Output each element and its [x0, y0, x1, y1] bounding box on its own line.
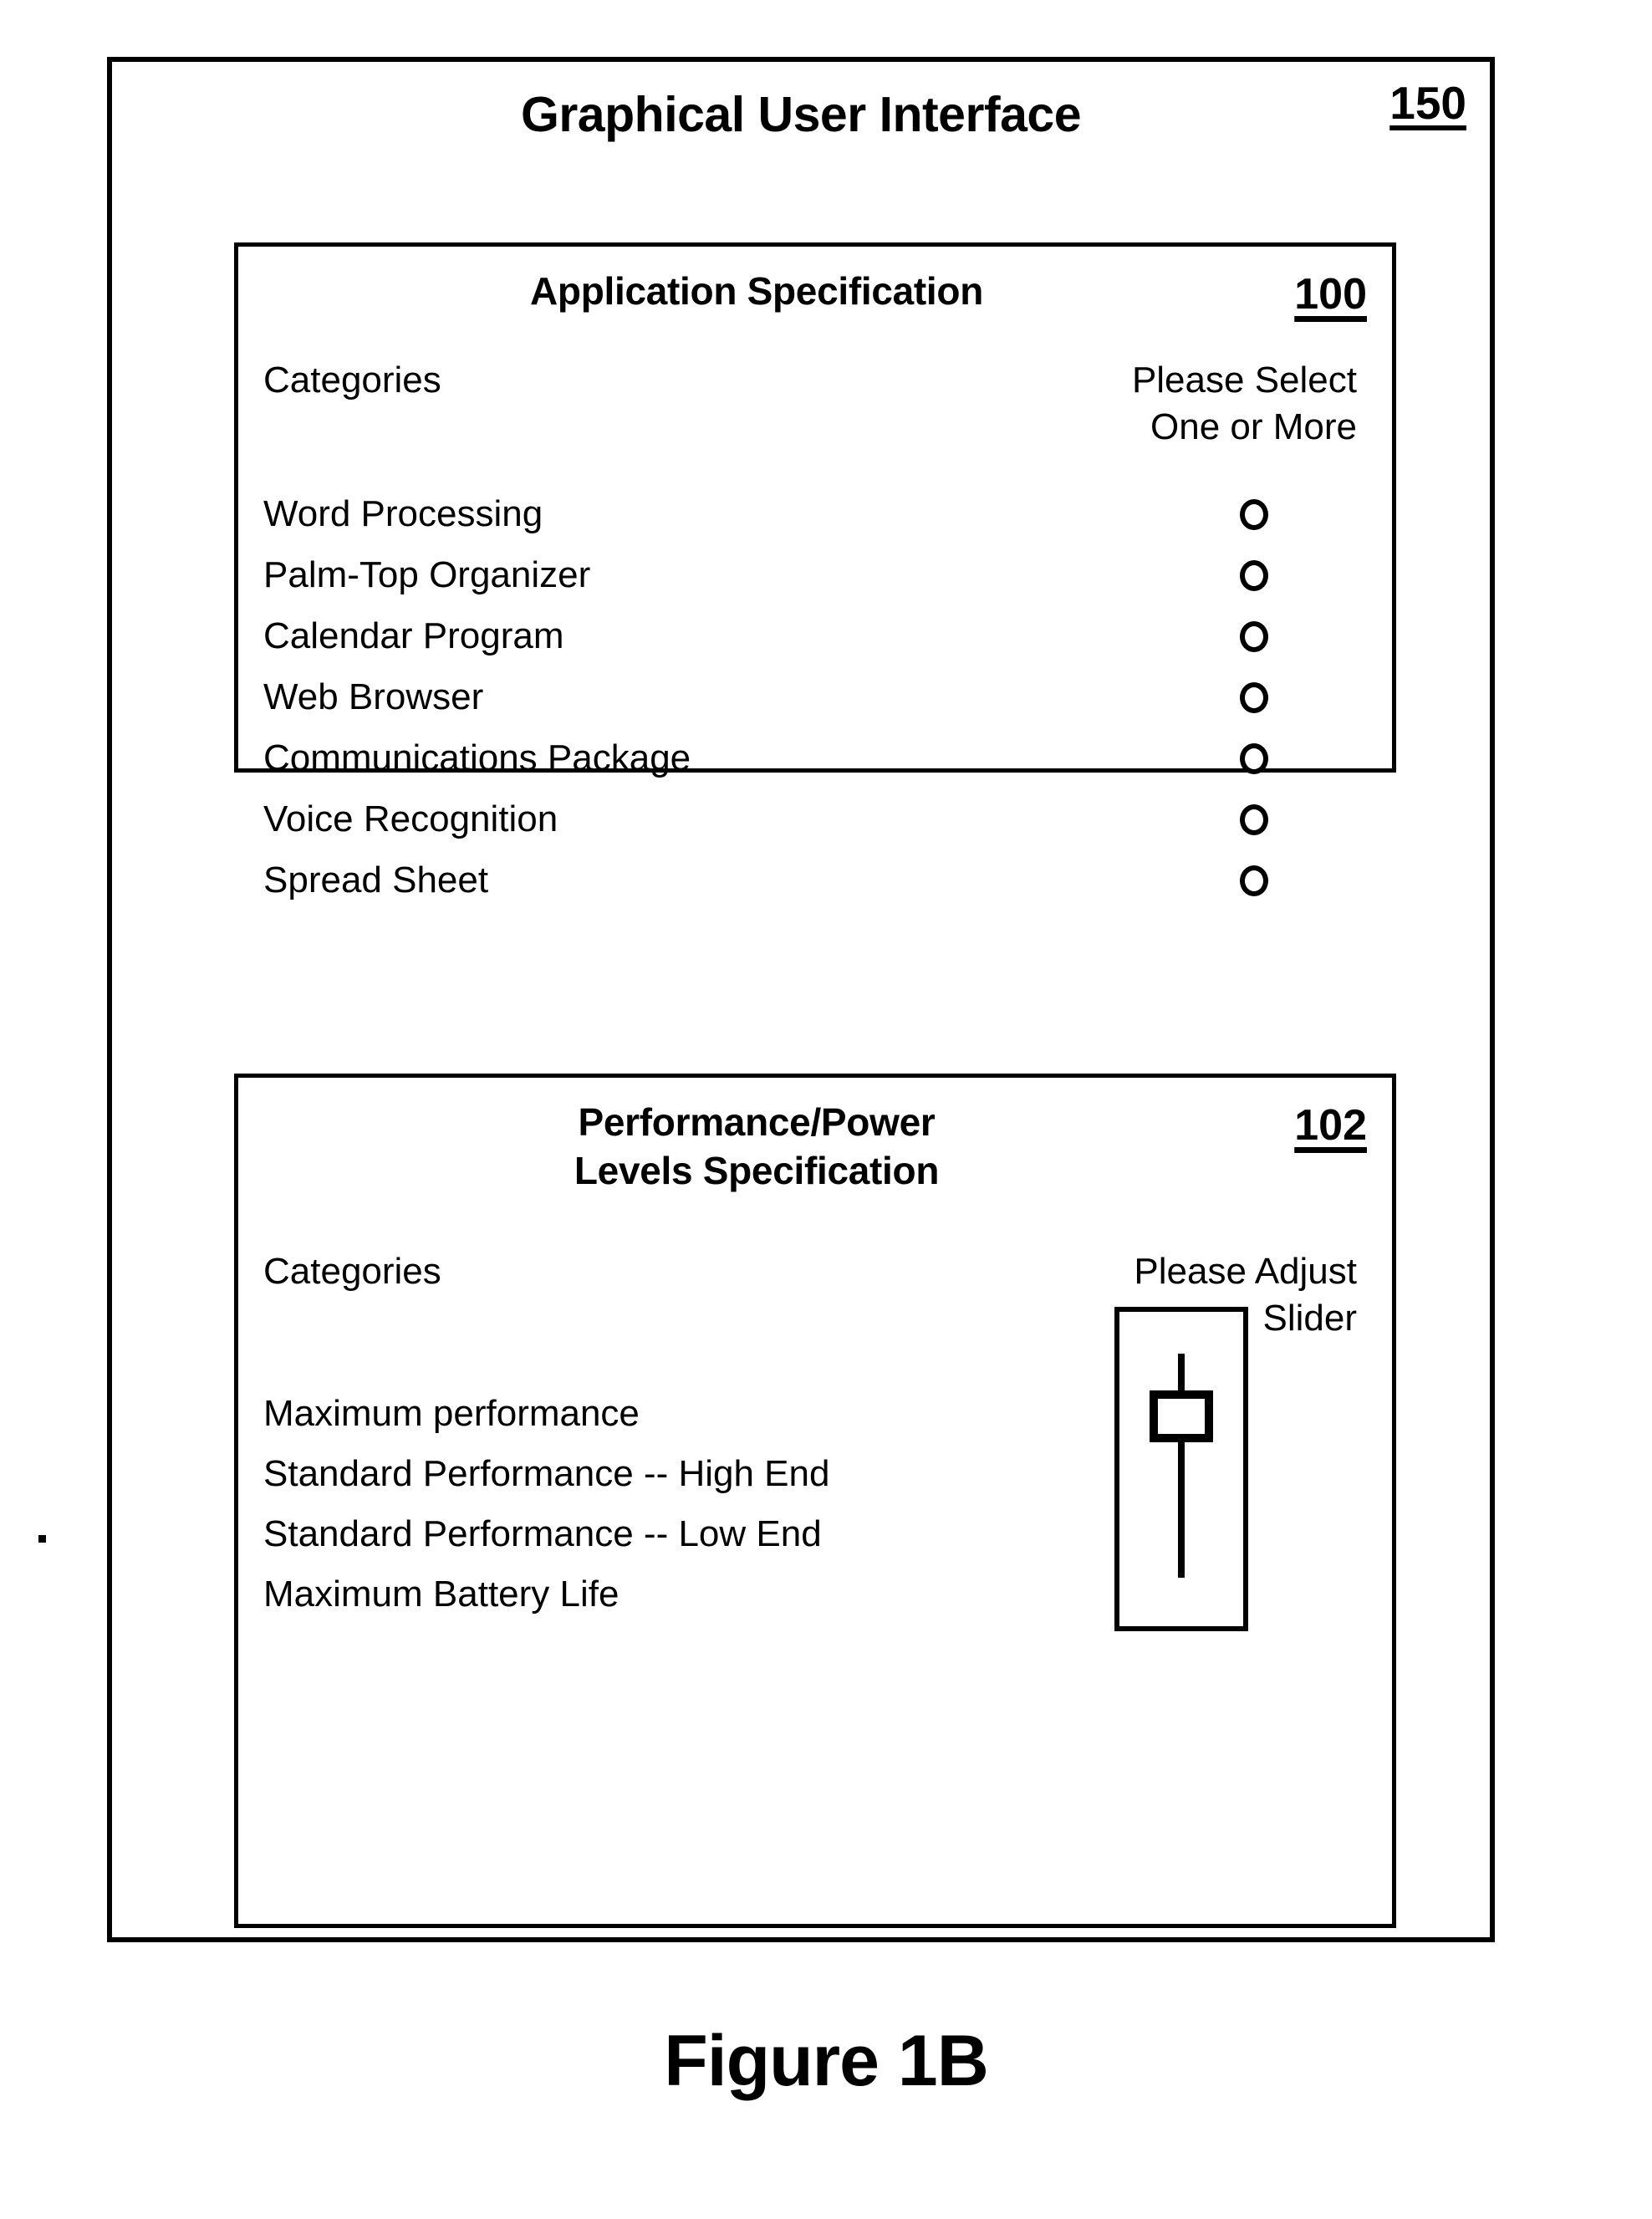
reference-numeral-150: 150	[1389, 77, 1466, 129]
application-specification-header: Application Specification 100	[238, 267, 1392, 350]
option-label-palm-top-organizer: Palm-Top Organizer	[263, 554, 591, 595]
list-item[interactable]: Calendar Program	[238, 611, 1392, 672]
application-categories-heading: Categories	[263, 360, 441, 400]
list-item[interactable]: Voice Recognition	[238, 794, 1392, 855]
list-item[interactable]: Palm-Top Organizer	[238, 550, 1392, 611]
performance-level-maximum-battery-life: Maximum Battery Life	[263, 1574, 620, 1615]
performance-power-levels-specification-panel: Performance/Power Levels Specification 1…	[234, 1074, 1396, 1928]
reference-numeral-102: 102	[1294, 1101, 1367, 1150]
performance-specification-title-line2: Levels Specification	[574, 1149, 940, 1192]
performance-level-standard-low-end: Standard Performance -- Low End	[263, 1513, 822, 1554]
performance-level-standard-high-end: Standard Performance -- High End	[263, 1453, 830, 1494]
slider-track[interactable]	[1178, 1354, 1185, 1578]
slider-thumb[interactable]	[1150, 1390, 1213, 1442]
option-label-web-browser: Web Browser	[263, 676, 484, 717]
option-label-communications-package: Communications Package	[263, 737, 691, 778]
performance-specification-title-line1: Performance/Power	[578, 1100, 936, 1144]
radio-button-calendar-program[interactable]	[1240, 621, 1268, 652]
performance-levels-body: Maximum performance Standard Performance…	[238, 1307, 1392, 1735]
list-item[interactable]: Communications Package	[238, 733, 1392, 794]
graphical-user-interface-frame: Graphical User Interface 150 Application…	[107, 57, 1495, 1942]
figure-caption: Figure 1B	[664, 2021, 989, 2101]
radio-button-voice-recognition[interactable]	[1240, 804, 1268, 835]
radio-button-web-browser[interactable]	[1240, 682, 1268, 713]
list-item[interactable]: Spread Sheet	[238, 855, 1392, 916]
radio-button-palm-top-organizer[interactable]	[1240, 560, 1268, 591]
list-item[interactable]: Web Browser	[238, 672, 1392, 733]
application-specification-title: Application Specification	[529, 269, 983, 313]
option-label-calendar-program: Calendar Program	[263, 615, 564, 656]
list-item[interactable]: Word Processing	[238, 489, 1392, 550]
option-label-voice-recognition: Voice Recognition	[263, 798, 558, 839]
gui-title-row: Graphical User Interface 150	[112, 77, 1490, 161]
application-select-instruction-line1: Please Select	[1131, 360, 1357, 400]
application-select-instruction: Please Select One or More	[1132, 357, 1357, 451]
radio-button-spread-sheet[interactable]	[1240, 865, 1268, 896]
radio-button-word-processing[interactable]	[1240, 499, 1268, 530]
performance-levels-list: Maximum performance Standard Performance…	[263, 1384, 1133, 1625]
application-column-headings: Categories Please Select One or More	[238, 357, 1392, 451]
application-specification-panel: Application Specification 100 Categories…	[234, 242, 1396, 900]
performance-slider-instruction-line1: Please Adjust	[1134, 1251, 1357, 1292]
reference-numeral-100: 100	[1294, 270, 1367, 319]
option-label-spread-sheet: Spread Sheet	[263, 860, 489, 900]
application-select-instruction-line2: One or More	[1150, 406, 1357, 447]
performance-specification-header: Performance/Power Levels Specification 1…	[238, 1098, 1392, 1242]
performance-specification-title: Performance/Power Levels Specification	[314, 1098, 1200, 1195]
performance-level-maximum-performance: Maximum performance	[263, 1393, 640, 1434]
page-speck	[38, 1535, 46, 1543]
option-label-word-processing: Word Processing	[263, 493, 543, 534]
radio-button-communications-package[interactable]	[1240, 743, 1268, 774]
performance-power-slider[interactable]	[1114, 1307, 1248, 1631]
page-title: Graphical User Interface	[520, 87, 1082, 142]
application-option-list: Word Processing Palm-Top Organizer Calen…	[238, 489, 1392, 916]
performance-categories-heading: Categories	[263, 1251, 441, 1292]
